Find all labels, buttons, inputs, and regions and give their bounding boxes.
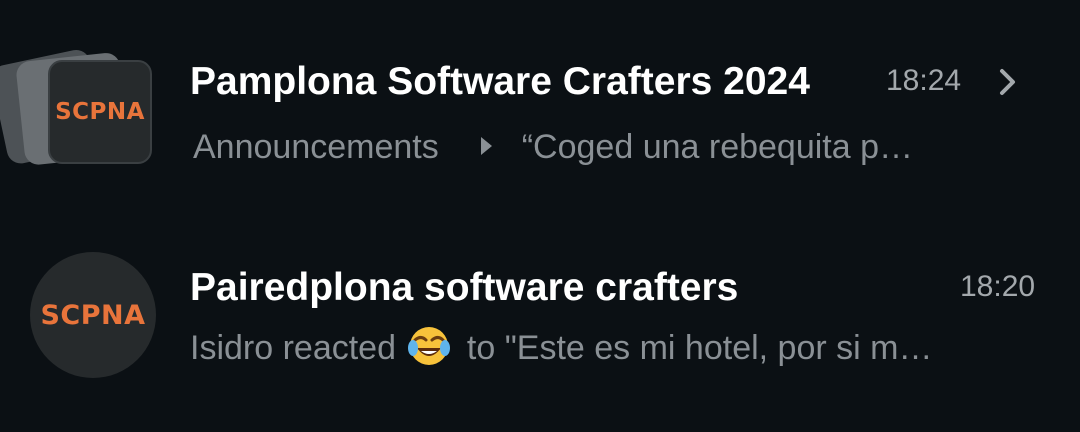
message-preview: “Coged una rebequita p… [521,128,913,166]
chat-time: 18:20 [960,270,1036,303]
chat-list: SCPNA Pamplona Software Crafters 2024 18… [0,0,1080,432]
chat-row-community[interactable]: SCPNA Pamplona Software Crafters 2024 18… [0,20,1080,200]
community-subline: Announcements “Coged una rebequita p… [193,128,913,167]
community-logo: SCPNA [48,60,152,164]
chat-time: 18:24 [886,64,962,97]
logo-text: SCPNA [40,299,146,331]
subgroup-name: Announcements [193,128,439,166]
message-preview: Isidro reacted to "Este es mi hotel, por… [190,327,933,372]
preview-suffix: to "Este es mi hotel, por si m… [466,328,933,367]
chat-title: Pamplona Software Crafters 2024 [190,60,810,103]
chat-title: Pairedplona software crafters [190,266,739,309]
community-avatar[interactable]: SCPNA [0,47,155,180]
face-with-tears-of-joy-icon [408,327,451,365]
chevron-right-icon[interactable] [996,68,1020,96]
logo-text: SCPNA [55,99,145,125]
group-avatar[interactable]: SCPNA [30,252,156,378]
caret-icon [480,137,492,156]
chat-row-group[interactable]: SCPNA Pairedplona software crafters 18:2… [0,230,1080,410]
preview-prefix: Isidro reacted [190,328,396,367]
